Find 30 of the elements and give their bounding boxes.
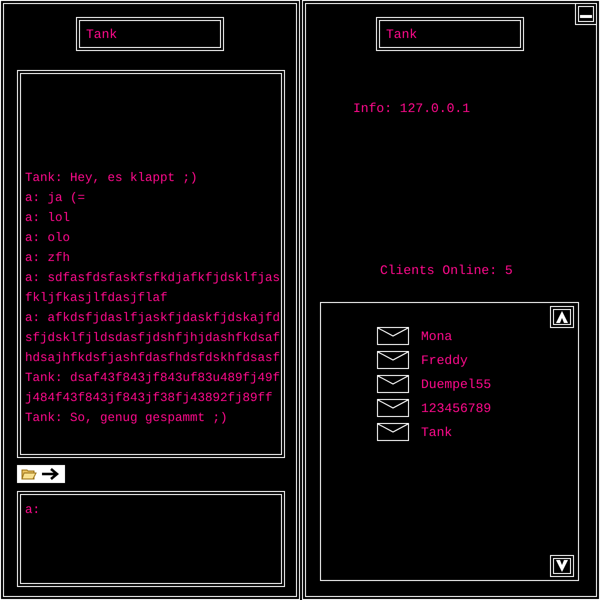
chat-message: a: ja (= [25, 190, 86, 207]
client-name[interactable]: Tank [421, 424, 452, 440]
chat-message: a: afkdsfjdaslfjaskfjdaskfjdskajfdsfjdsklfjldsdasfjdshfjhjdashfkdsafhdsajhfkdsfjashfdasfhdsfdskhfdsasf [25, 310, 280, 367]
client-name[interactable]: Freddy [421, 352, 468, 368]
scroll-down-button[interactable] [550, 555, 574, 577]
client-name[interactable]: Mona [421, 328, 452, 344]
send-file-button[interactable] [17, 465, 65, 483]
server-info: Info: 127.0.0.1 [353, 101, 470, 116]
scroll-up-button[interactable] [550, 306, 574, 328]
minimize-icon [580, 14, 592, 18]
chat-message: Tank: So, genug gespammt ;) [25, 410, 229, 427]
chat-message: a: lol [25, 210, 72, 227]
client-name[interactable]: Duempel55 [421, 376, 492, 392]
minimize-button[interactable] [575, 3, 597, 25]
up-arrow-icon [555, 310, 569, 324]
down-arrow-icon [555, 559, 569, 573]
envelope-icon [377, 423, 409, 441]
clients-online-label: Clients Online: 5 [380, 263, 513, 278]
window-title: Tank [376, 17, 524, 51]
message-input[interactable]: a: [17, 491, 285, 587]
envelope-icon [377, 399, 409, 417]
chat-message: a: zfh [25, 250, 72, 267]
envelope-icon [377, 375, 409, 393]
client-name[interactable]: 123456789 [421, 400, 492, 416]
envelope-icon [377, 351, 409, 369]
chat-message: a: olo [25, 230, 72, 247]
chat-message: Tank: dsaf43f843jf843uf83u489fj49fj484f43f843jf843jf38fj43892fj89ff [25, 370, 280, 407]
envelope-icon [377, 327, 409, 345]
chat-message: Tank: Hey, es klappt ;) [25, 170, 199, 187]
window-title: Tank [76, 17, 224, 51]
